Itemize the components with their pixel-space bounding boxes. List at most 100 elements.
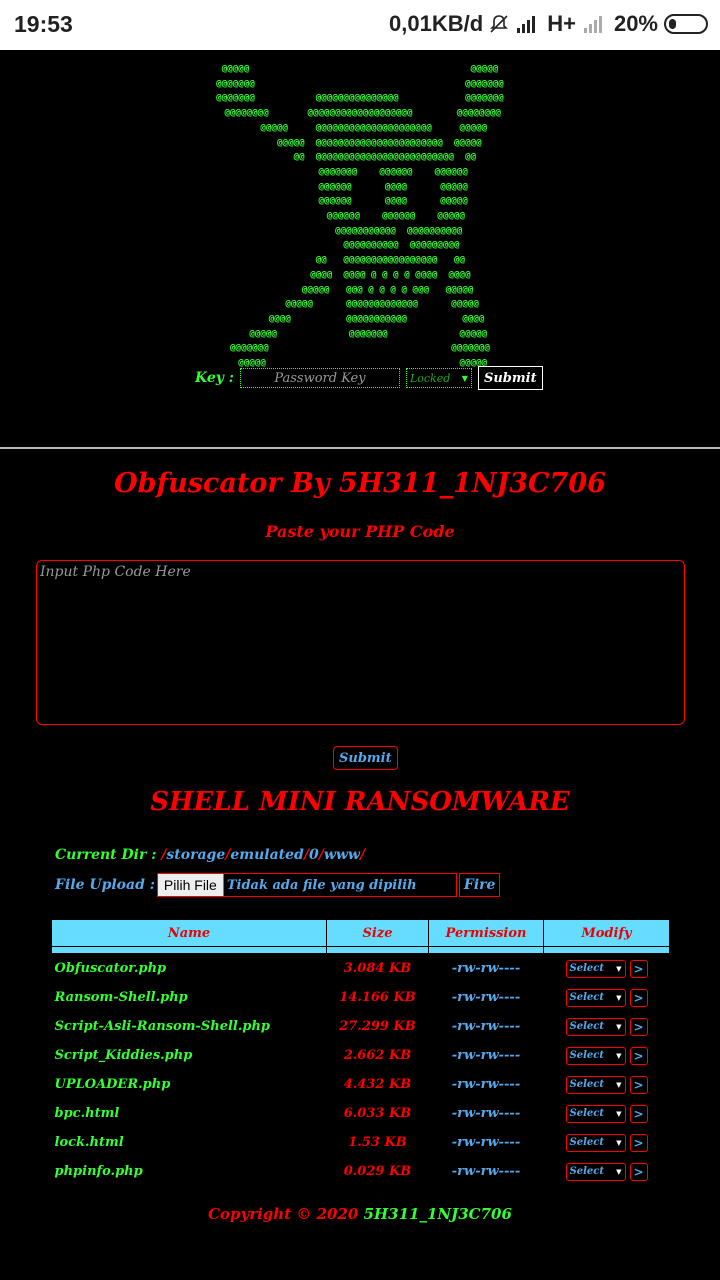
file-name-link[interactable]: Script-Asli-Ransom-Shell.php: [52, 1012, 327, 1041]
modify-select-value: Select: [569, 963, 604, 974]
file-size: 0.029 KB: [343, 1164, 412, 1179]
modify-go-button[interactable]: >: [629, 1017, 648, 1036]
modify-go-button[interactable]: >: [629, 959, 648, 978]
chevron-down-icon: ▼: [616, 1080, 622, 1089]
modify-go-button[interactable]: >: [629, 988, 648, 1007]
modify-select[interactable]: Select ▼: [565, 1104, 626, 1123]
file-permission[interactable]: -rw-rw----: [429, 1070, 544, 1099]
footer-author: 5H311_1NJ3C706: [363, 1205, 512, 1223]
modify-go-button[interactable]: >: [629, 1162, 648, 1181]
modify-select-value: Select: [569, 1050, 604, 1061]
file-size: 1.53 KB: [348, 1135, 407, 1150]
status-right: 0,01KB/d H+ 20%: [389, 11, 708, 37]
chevron-down-icon: ▼: [461, 373, 468, 383]
modify-select-value: Select: [569, 1166, 604, 1177]
skull-ascii-art: @@@@@ @@@@@ @@@@@@@ @@@@@@@ @@@@@@@ @@@@…: [216, 63, 504, 369]
key-label: Key :: [195, 370, 234, 386]
modify-select[interactable]: Select ▼: [565, 1133, 626, 1152]
obfuscator-title: Obfuscator By 5H311_1NJ3C706: [114, 468, 606, 499]
modify-select-value: Select: [569, 1021, 604, 1032]
file-name-link[interactable]: bpc.html: [52, 1099, 327, 1128]
file-name-link[interactable]: Ransom-Shell.php: [52, 983, 327, 1012]
table-row: bpc.html 6.033 KB -rw-rw---- Select ▼ >: [52, 1099, 670, 1128]
chevron-down-icon: ▼: [616, 1109, 622, 1118]
path-part-0[interactable]: 0: [309, 847, 319, 863]
battery-icon: [664, 14, 708, 34]
modify-select[interactable]: Select ▼: [565, 1075, 626, 1094]
file-upload-row: File Upload : Pilih File Tidak ada file …: [55, 873, 501, 897]
file-size: 3.084 KB: [343, 961, 412, 976]
status-time: 19:53: [14, 11, 73, 37]
file-permission[interactable]: -rw-rw----: [429, 1012, 544, 1041]
file-modify-cell: Select ▼ >: [544, 954, 670, 984]
bell-off-icon: [490, 15, 509, 33]
path-part-www[interactable]: www: [324, 847, 360, 863]
table-row: Script-Asli-Ransom-Shell.php 27.299 KB -rw…: [52, 1012, 670, 1041]
fire-upload-button[interactable]: Fire: [458, 873, 501, 897]
network-speed: 0,01KB/d: [389, 11, 484, 36]
footer-copyright: Copyright © 2020 5H311_1NJ3C706: [0, 1205, 720, 1223]
modify-select[interactable]: Select ▼: [565, 1162, 626, 1181]
password-key-input[interactable]: [239, 368, 400, 388]
table-row: Ransom-Shell.php 14.166 KB -rw-rw---- Selec…: [52, 983, 670, 1012]
file-table: Name Size Permission Modify Obfuscator.p…: [51, 919, 670, 1186]
file-permission[interactable]: -rw-rw----: [429, 1041, 544, 1070]
file-size: 6.033 KB: [343, 1106, 412, 1121]
file-name-link[interactable]: Script_Kiddies.php: [52, 1041, 327, 1070]
signal-weak-icon: [583, 16, 602, 33]
locked-select-value: Locked: [409, 371, 451, 385]
file-name-link[interactable]: UPLOADER.php: [52, 1070, 327, 1099]
file-rows: Obfuscator.php 3.084 KB -rw-rw---- Select ▼ >…: [52, 954, 670, 1187]
current-dir: Current Dir : /storage/emulated/0/www/: [55, 847, 365, 863]
table-row: UPLOADER.php 4.432 KB -rw-rw---- Select ▼ >: [52, 1070, 670, 1099]
modify-go-button[interactable]: >: [629, 1075, 648, 1094]
path-part-storage[interactable]: storage: [166, 847, 225, 863]
modify-select-value: Select: [569, 1108, 604, 1119]
shell-title: SHELL MINI RANSOMWARE: [150, 787, 570, 817]
chevron-down-icon: ▼: [616, 993, 622, 1002]
status-bar: 19:53 0,01KB/d H+ 20%: [0, 0, 720, 50]
no-file-text: Tidak ada file yang dipilih: [226, 877, 417, 893]
column-size: Size: [326, 919, 429, 947]
file-permission[interactable]: -rw-rw----: [429, 983, 544, 1012]
modify-select[interactable]: Select ▼: [565, 1017, 626, 1036]
table-row: Script_Kiddies.php 2.662 KB -rw-rw---- Sele…: [52, 1041, 670, 1070]
file-input[interactable]: Pilih File Tidak ada file yang dipilih: [156, 873, 457, 897]
php-code-textarea[interactable]: Input Php Code Here: [36, 560, 685, 725]
obfuscate-submit-button[interactable]: Submit: [333, 746, 398, 770]
file-name-link[interactable]: Obfuscator.php: [52, 954, 327, 984]
signal-icon: [517, 16, 536, 33]
locked-select[interactable]: Locked ▼: [405, 368, 472, 388]
modify-go-button[interactable]: >: [629, 1104, 648, 1123]
modify-go-button[interactable]: >: [629, 1046, 648, 1065]
file-permission[interactable]: -rw-rw----: [429, 1128, 544, 1157]
key-submit-button[interactable]: Submit: [477, 366, 543, 390]
file-permission[interactable]: -rw-rw----: [429, 1157, 544, 1186]
file-modify-cell: Select ▼ >: [544, 1099, 670, 1128]
column-modify: Modify: [543, 919, 670, 947]
column-name: Name: [51, 919, 327, 947]
obfuscator-subtitle: Paste your PHP Code: [265, 522, 455, 541]
modify-select[interactable]: Select ▼: [565, 1046, 626, 1065]
table-row: Obfuscator.php 3.084 KB -rw-rw---- Select ▼ >: [52, 954, 670, 984]
modify-go-button[interactable]: >: [629, 1133, 648, 1152]
modify-select[interactable]: Select ▼: [565, 959, 626, 978]
file-size: 4.432 KB: [343, 1077, 412, 1092]
file-permission[interactable]: -rw-rw----: [429, 954, 544, 984]
choose-file-button[interactable]: Pilih File: [157, 874, 224, 896]
file-permission[interactable]: -rw-rw----: [429, 1099, 544, 1128]
file-name-link[interactable]: phpinfo.php: [52, 1157, 327, 1186]
file-modify-cell: Select ▼ >: [544, 1157, 670, 1186]
file-modify-cell: Select ▼ >: [544, 983, 670, 1012]
file-modify-cell: Select ▼ >: [544, 1012, 670, 1041]
table-row: phpinfo.php 0.029 KB -rw-rw---- Select ▼ >: [52, 1157, 670, 1186]
file-size: 27.299 KB: [339, 1019, 416, 1034]
column-permission: Permission: [428, 919, 544, 947]
modify-select[interactable]: Select ▼: [565, 988, 626, 1007]
file-name-link[interactable]: lock.html: [52, 1128, 327, 1157]
chevron-down-icon: ▼: [616, 1138, 622, 1147]
table-row: lock.html 1.53 KB -rw-rw---- Select ▼ >: [52, 1128, 670, 1157]
file-modify-cell: Select ▼ >: [544, 1041, 670, 1070]
current-dir-label: Current Dir :: [55, 847, 157, 863]
path-part-emulated[interactable]: emulated: [230, 847, 303, 863]
